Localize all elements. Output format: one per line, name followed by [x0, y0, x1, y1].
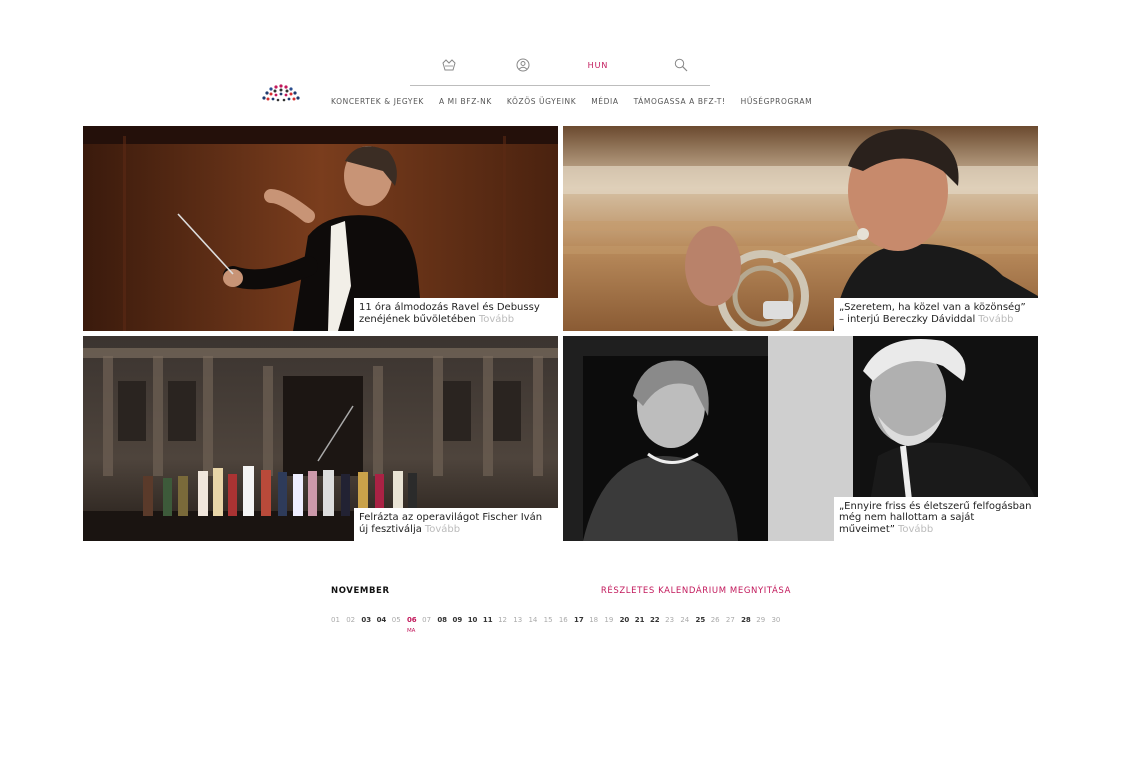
- calendar-day[interactable]: 24: [680, 616, 691, 624]
- calendar-day[interactable]: 13: [513, 616, 524, 624]
- calendar-day[interactable]: 10: [468, 616, 479, 624]
- calendar-day[interactable]: 02: [346, 616, 357, 624]
- tile-caption: Felrázta az operavilágot Fischer Iván új…: [354, 508, 558, 541]
- calendar-day[interactable]: 23: [665, 616, 676, 624]
- calendar-day[interactable]: 16: [559, 616, 570, 624]
- calendar-day[interactable]: 22: [650, 616, 661, 624]
- main-nav: KONCERTEK & JEGYEK A MI BFZ-NK KÖZÖS ÜGY…: [331, 97, 827, 106]
- calendar-day[interactable]: 01: [331, 616, 342, 624]
- calendar-month: NOVEMBER: [331, 586, 390, 596]
- calendar-day[interactable]: 30: [771, 616, 782, 624]
- calendar-day[interactable]: 21: [635, 616, 646, 624]
- nav-support[interactable]: TÁMOGASSA A BFZ-T!: [634, 97, 726, 106]
- calendar-day[interactable]: 09: [453, 616, 464, 624]
- search-icon[interactable]: [672, 56, 690, 74]
- calendar-day[interactable]: 08: [437, 616, 448, 624]
- nav-media[interactable]: MÉDIA: [591, 97, 618, 106]
- more-link[interactable]: Tovább: [479, 314, 514, 325]
- open-calendar-link[interactable]: RÉSZLETES KALENDÁRIUM MEGNYITÁSA: [601, 586, 791, 596]
- more-link[interactable]: Tovább: [898, 524, 933, 535]
- tickets-icon[interactable]: [440, 56, 458, 74]
- tile-title[interactable]: „Ennyire friss és életszerű felfogásban …: [839, 501, 1031, 535]
- today-day-number: 06: [406, 616, 417, 624]
- calendar-day[interactable]: 14: [528, 616, 539, 624]
- calendar-day[interactable]: 28: [741, 616, 752, 624]
- calendar-day[interactable]: 25: [696, 616, 707, 624]
- bfz-logo[interactable]: [260, 84, 302, 108]
- calendar-day[interactable]: 11: [483, 616, 494, 624]
- calendar-day[interactable]: 20: [620, 616, 631, 624]
- news-tile-horn[interactable]: „Szeretem, ha közel van a közönség” – in…: [563, 126, 1038, 331]
- news-tile-opera[interactable]: Felrázta az operavilágot Fischer Iván új…: [83, 336, 558, 541]
- more-link[interactable]: Tovább: [978, 314, 1013, 325]
- news-tile-conductor[interactable]: 11 óra álmodozás Ravel és Debussy zenéjé…: [83, 126, 558, 331]
- calendar-day[interactable]: 12: [498, 616, 509, 624]
- calendar-day[interactable]: 27: [726, 616, 737, 624]
- calendar-day[interactable]: 17: [574, 616, 585, 624]
- calendar-day[interactable]: 05: [392, 616, 403, 624]
- calendar-day[interactable]: 26: [711, 616, 722, 624]
- nav-our-bfz[interactable]: A MI BFZ-NK: [439, 97, 492, 106]
- news-tile-composer[interactable]: „Ennyire friss és életszerű felfogásban …: [563, 336, 1038, 541]
- tile-caption: „Szeretem, ha közel van a közönség” – in…: [834, 298, 1038, 331]
- nav-loyalty-program[interactable]: HŰSÉGPROGRAM: [741, 97, 813, 106]
- calendar-day[interactable]: 19: [604, 616, 615, 624]
- language-switch[interactable]: HUN: [582, 56, 614, 74]
- calendar-day[interactable]: 07: [422, 616, 433, 624]
- calendar-day[interactable]: 15: [544, 616, 555, 624]
- calendar-day[interactable]: 29: [756, 616, 767, 624]
- nav-common-affairs[interactable]: KÖZÖS ÜGYEINK: [507, 97, 576, 106]
- calendar-days: 01 02 03 04 05 06 MA 07 08 09 10 11 12 13…: [331, 616, 787, 634]
- calendar-day-today[interactable]: 06 MA: [406, 616, 418, 634]
- tile-caption: „Ennyire friss és életszerű felfogásban …: [834, 496, 1038, 541]
- today-label: MA: [406, 628, 416, 634]
- calendar-day[interactable]: 04: [377, 616, 388, 624]
- top-utility-bar: HUN: [410, 56, 710, 86]
- nav-concerts-tickets[interactable]: KONCERTEK & JEGYEK: [331, 97, 424, 106]
- tile-caption: 11 óra álmodozás Ravel és Debussy zenéjé…: [354, 298, 558, 331]
- calendar-day[interactable]: 18: [589, 616, 600, 624]
- more-link[interactable]: Tovább: [425, 524, 460, 535]
- user-icon[interactable]: [514, 56, 532, 74]
- calendar-day[interactable]: 03: [361, 616, 372, 624]
